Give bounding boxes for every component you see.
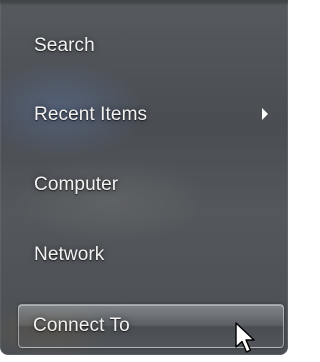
menu-item-label: Recent Items (34, 104, 148, 125)
mouse-pointer-icon (235, 322, 255, 353)
menu-top-edge (0, 0, 288, 6)
chevron-right-icon (262, 108, 268, 120)
menu-item-search[interactable]: Search (20, 25, 282, 67)
menu-item-label: Network (34, 244, 105, 265)
menu-item-computer[interactable]: Computer (20, 164, 282, 206)
menu-item-label: Computer (34, 174, 119, 195)
menu-item-label: Connect To (33, 315, 130, 336)
start-menu-right-pane: Search Recent Items Computer Network Con… (0, 0, 288, 355)
menu-item-label: Search (34, 35, 95, 56)
menu-item-recent-items[interactable]: Recent Items (20, 94, 282, 136)
menu-item-network[interactable]: Network (20, 234, 282, 276)
